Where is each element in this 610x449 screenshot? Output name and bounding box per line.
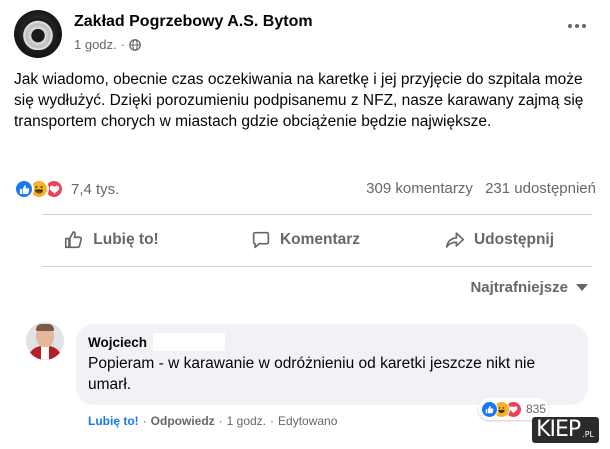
- sort-label: Najtrafniejsze: [470, 279, 568, 296]
- comment-actions: Lubię to! · Odpowiedz · 1 godz. · Edytow…: [88, 414, 337, 428]
- comment-like-link[interactable]: Lubię to!: [88, 414, 139, 428]
- globe-icon: [129, 38, 141, 51]
- commenter-avatar[interactable]: [26, 322, 64, 360]
- comment-separator: ·: [218, 414, 223, 428]
- comment-bubble: Wojciech Popieram - w karawanie w odróżn…: [76, 324, 588, 405]
- comment-separator: ·: [270, 414, 275, 428]
- watermark-brand: KIEP: [536, 417, 581, 442]
- commenter-name-link[interactable]: Wojciech: [88, 335, 147, 350]
- shares-count-link[interactable]: 231 udostępnień: [485, 180, 596, 197]
- like-button[interactable]: Lubię to!: [14, 219, 208, 261]
- comment-separator: ·: [142, 414, 147, 428]
- caret-down-icon: [576, 284, 588, 291]
- comment-reaction-count: 835: [526, 402, 547, 416]
- like-reaction-icon: [14, 179, 34, 199]
- comments-count-link[interactable]: 309 komentarzy: [366, 180, 473, 197]
- redacted-surname: [153, 333, 226, 351]
- share-arrow-icon: [445, 232, 465, 248]
- post-header: Zakład Pogrzebowy A.S. Bytom 1 godz. ·: [14, 10, 596, 60]
- post-stats: 7,4 tys. 309 komentarzy 231 udostępnień: [14, 176, 596, 204]
- comment-bubble-icon: [252, 231, 270, 249]
- ellipsis-icon: [582, 24, 586, 28]
- comment-button[interactable]: Komentarz: [208, 219, 402, 261]
- engagement-counts: 309 komentarzy 231 udostępnień: [366, 180, 596, 197]
- ellipsis-icon: [575, 24, 579, 28]
- comment-time-link[interactable]: 1 godz.: [227, 414, 266, 428]
- share-button-label: Udostępnij: [473, 231, 555, 248]
- share-button[interactable]: Udostępnij: [402, 219, 596, 261]
- divider: [42, 266, 592, 267]
- like-reaction-icon: [481, 400, 498, 418]
- more-options-button[interactable]: [564, 16, 590, 36]
- post-text: Jak wiadomo, obecnie czas oczekiwania na…: [14, 71, 584, 130]
- watermark-suffix: .PL: [582, 430, 594, 439]
- divider: [42, 214, 592, 215]
- comment-text: Popieram - w karawanie w odróżnieniu od …: [88, 355, 536, 393]
- post-time-link[interactable]: 1 godz.: [74, 37, 117, 52]
- comment-button-label: Komentarz: [279, 231, 361, 248]
- post-action-bar: Lubię to! Komentarz Udostępnij: [14, 219, 596, 261]
- comment-edited-label: Edytowano: [278, 414, 338, 428]
- post-meta: 1 godz. ·: [74, 37, 141, 52]
- page-avatar[interactable]: [14, 10, 62, 58]
- page-name-link[interactable]: Zakład Pogrzebowy A.S. Bytom: [74, 13, 313, 31]
- thumbs-up-icon: [65, 231, 83, 249]
- comment-sort-dropdown[interactable]: Najtrafniejsze: [470, 279, 588, 296]
- ellipsis-icon: [568, 24, 572, 28]
- reaction-count[interactable]: 7,4 tys.: [71, 181, 119, 198]
- kiep-watermark-logo: KIEP .PL: [532, 417, 599, 443]
- comment-reply-link[interactable]: Odpowiedz: [151, 414, 215, 428]
- wreath-logo-icon: [23, 18, 53, 50]
- like-button-label: Lubię to!: [93, 231, 159, 248]
- reaction-summary[interactable]: 7,4 tys.: [14, 179, 119, 199]
- meta-separator: ·: [120, 37, 125, 52]
